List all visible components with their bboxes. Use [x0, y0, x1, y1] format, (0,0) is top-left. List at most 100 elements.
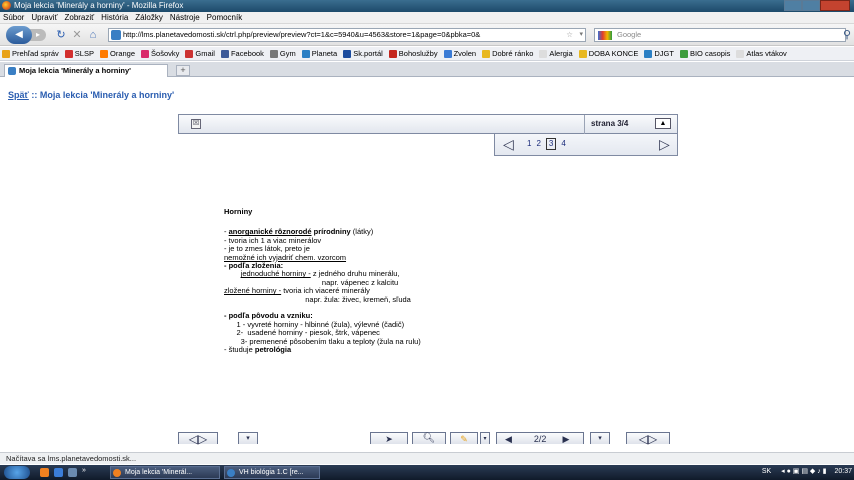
menu-bookmarks[interactable]: Záložky — [135, 12, 163, 23]
bookmark-item[interactable]: BIO casopis — [679, 47, 731, 60]
bookmark-icon — [539, 49, 548, 58]
ie-quicklaunch-icon[interactable] — [54, 468, 63, 477]
bottom-page-counter: 2/2 — [533, 434, 547, 444]
bookmark-item[interactable]: Alergia — [539, 47, 573, 60]
forward-button[interactable]: ▸ — [30, 29, 46, 41]
close-window-button[interactable] — [820, 0, 850, 11]
bookmark-star-icon[interactable]: ☆ — [566, 29, 573, 41]
tab-favicon-icon — [8, 67, 16, 75]
bottom-dropdown-button-2[interactable]: ▾ — [590, 432, 610, 444]
collapse-button[interactable]: ▲ — [655, 118, 671, 129]
menu-edit[interactable]: Upraviť — [31, 12, 57, 23]
bookmark-label: DJGT — [654, 49, 674, 58]
back-link[interactable]: Späť — [8, 90, 29, 100]
highlight-dropdown-button[interactable]: ▾ — [480, 432, 490, 444]
close-viewer-button[interactable]: ☒ — [191, 119, 201, 129]
lesson-lines: - anorganické rôznorodé prírodniny (látk… — [224, 228, 421, 354]
stop-icon[interactable]: ✕ — [70, 28, 84, 42]
bookmark-item[interactable]: Šošovky — [141, 47, 179, 60]
bottom-dropdown-button[interactable]: ▾ — [238, 432, 258, 444]
bookmark-icon — [185, 49, 194, 58]
page-link-3-current[interactable]: 3 — [545, 138, 557, 150]
bookmark-icon — [2, 49, 10, 58]
window-title: Moja lekcia 'Minerály a horniny' - Mozil… — [14, 1, 184, 10]
menu-tools[interactable]: Nástroje — [170, 12, 200, 23]
new-tab-button[interactable]: + — [176, 65, 190, 76]
system-tray: SK ◂ ● ▣ ▤ ◆ ♪ ▮ 20:37 — [762, 467, 852, 475]
prev-page-button[interactable]: ◁ — [503, 136, 514, 152]
page-link-4[interactable]: 4 — [561, 139, 565, 150]
bookmark-item[interactable]: DJGT — [644, 47, 674, 60]
menu-file[interactable]: Súbor — [3, 12, 24, 23]
url-bar[interactable]: http://lms.planetavedomosti.sk/ctrl.php/… — [108, 28, 586, 42]
bookmark-label: BIO casopis — [689, 49, 731, 58]
menu-help[interactable]: Pomocník — [207, 12, 243, 23]
firefox-quicklaunch-icon[interactable] — [40, 468, 49, 477]
bookmark-item[interactable]: SLSP — [64, 47, 94, 60]
url-dropdown-icon[interactable]: ▾ — [579, 29, 583, 41]
bottom-prev-next-buttons[interactable]: ◁▷ — [178, 432, 218, 445]
taskbar: » Moja lekcia 'Minerál... VH biológia 1.… — [0, 465, 854, 480]
tab-label: Moja lekcia 'Minerály a horniny' — [19, 66, 131, 75]
page-link-2[interactable]: 2 — [536, 139, 540, 150]
page-title: Moja lekcia 'Minerály a horniny' — [39, 90, 175, 100]
bookmark-icon — [301, 49, 310, 58]
page-link-1[interactable]: 1 — [527, 139, 531, 150]
page-counter-control[interactable]: ◀ 2/2 ▶ — [496, 432, 584, 444]
next-page-button[interactable]: ▷ — [659, 136, 670, 152]
lesson-heading: Horniny — [224, 207, 253, 216]
bookmark-item[interactable]: Facebook — [220, 47, 264, 60]
maximize-button[interactable] — [802, 0, 820, 11]
home-icon[interactable]: ⌂ — [86, 28, 100, 42]
bookmark-icon — [99, 49, 108, 58]
bottom-prev-next-buttons-2[interactable]: ◁▷ — [626, 432, 670, 445]
bookmark-label: Orange — [109, 49, 136, 58]
bookmark-label: Atlas vtákov — [746, 49, 787, 58]
highlight-tool-button[interactable]: ✎ — [450, 432, 478, 444]
bookmark-item[interactable]: Atlas vtákov — [736, 47, 787, 60]
tray-icons[interactable]: ◂ ● ▣ ▤ ◆ ♪ ▮ — [781, 468, 826, 475]
back-button[interactable]: ◀ — [6, 26, 32, 44]
bookmark-icon — [343, 49, 352, 58]
pointer-tool-button[interactable]: ➤ — [370, 432, 408, 444]
search-bar[interactable]: Google — [594, 28, 846, 42]
bookmark-item[interactable]: Bohoslužby — [388, 47, 438, 60]
page-navigator: ◁ 1 2 3 4 ▷ — [494, 134, 678, 156]
quicklaunch-more-icon[interactable]: » — [82, 467, 86, 474]
bookmark-item[interactable]: Zvolen — [443, 47, 476, 60]
url-text: http://lms.planetavedomosti.sk/ctrl.php/… — [123, 30, 481, 39]
menu-view[interactable]: Zobraziť — [64, 12, 94, 23]
bookmark-item[interactable]: Sk.portál — [343, 47, 383, 60]
bookmark-icon — [269, 49, 278, 58]
lesson-text: - študuje — [224, 345, 255, 355]
start-button[interactable] — [4, 466, 30, 479]
bookmark-icon — [220, 49, 229, 58]
tab-current[interactable]: Moja lekcia 'Minerály a horniny' — [4, 64, 168, 77]
window-controls — [784, 0, 850, 11]
bookmark-icon — [644, 49, 653, 58]
bookmark-item[interactable]: Gym — [269, 47, 296, 60]
bookmark-item[interactable]: Planeta — [301, 47, 337, 60]
lesson-line: napr. žula: živec, kremeň, sľuda — [224, 295, 421, 304]
desktop-quicklaunch-icon[interactable] — [68, 468, 77, 477]
search-icon[interactable]: ⚲ — [840, 28, 854, 42]
page-numbers: 1 2 3 4 — [527, 138, 571, 150]
zoom-tool-button[interactable]: 🔍︎ — [412, 432, 446, 444]
taskbar-firefox-item[interactable]: Moja lekcia 'Minerál... — [110, 466, 220, 479]
reload-icon[interactable]: ↻ — [54, 28, 68, 42]
search-placeholder: Google — [617, 30, 642, 39]
minimize-button[interactable] — [784, 0, 802, 11]
bookmark-item[interactable]: Prehľad správ — [2, 47, 59, 60]
breadcrumb-separator: :: — [28, 90, 40, 100]
bookmark-item[interactable]: DOBA KONCE — [578, 47, 638, 60]
firefox-taskbar-icon — [113, 469, 121, 477]
bookmark-item[interactable]: Dobré ránko — [482, 47, 533, 60]
bookmark-item[interactable]: Orange — [99, 47, 136, 60]
taskbar-document-item[interactable]: VH biológia 1.C [re... — [224, 466, 320, 479]
lesson-line: - študuje petrológia — [224, 345, 421, 355]
clock[interactable]: 20:37 — [834, 468, 852, 475]
menu-history[interactable]: História — [101, 12, 128, 23]
bookmark-item[interactable]: Gmail — [185, 47, 215, 60]
bookmark-label: Bohoslužby — [398, 49, 438, 58]
language-indicator[interactable]: SK — [762, 468, 771, 475]
